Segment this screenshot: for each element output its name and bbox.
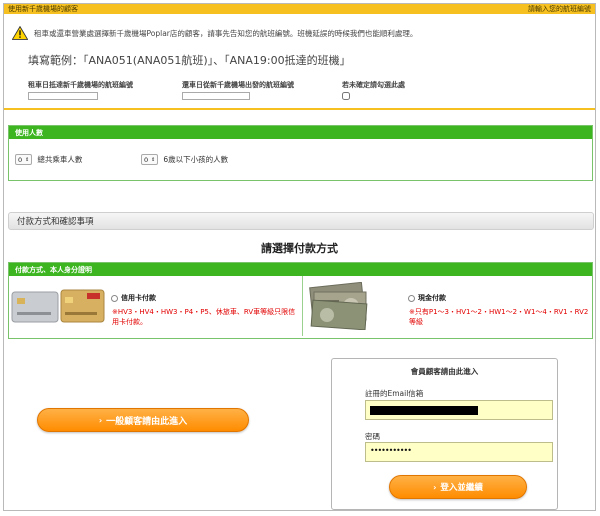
flight-section-header: 使用新千歲機場的顧客 請輸入您的航班編號 — [4, 4, 595, 14]
flight-number-section: 使用新千歲機場的顧客 請輸入您的航班編號 租車或還車營業處選擇新千歲機場Popl… — [4, 4, 595, 110]
children-row: 0 ⇕ 6歲以下小孩的人數 — [141, 154, 228, 165]
cash-payment-option[interactable]: 現金付款 ※只有P1～3・HV1～2・HW1～2・W1～4・RV1・RV2等級 — [303, 276, 593, 336]
flight-notice: 租車或還車營業處選擇新千歲機場Poplar店的顧客，請事先告知您的航班編號。班機… — [12, 26, 417, 40]
member-login-title: 會員顧客請由此進入 — [410, 367, 479, 376]
payment-section-header: 付款方式、本人身分證明 — [9, 263, 592, 276]
unsure-flight-label: 若未確定請勾選此處 — [342, 81, 405, 89]
cash-payment-note: ※只有P1～3・HV1～2・HW1～2・W1～4・RV1・RV2等級 — [409, 308, 589, 326]
general-customer-button[interactable]: › 一般顧客請由此進入 — [37, 408, 249, 432]
total-passengers-select[interactable]: 0 ⇕ — [15, 154, 33, 165]
chevron-right-icon: › — [433, 482, 437, 492]
unsure-flight-checkbox[interactable] — [342, 92, 350, 100]
flight-section-title: 使用新千歲機場的顧客 — [8, 5, 78, 13]
payment-confirmation-label: 付款方式和確認事項 — [17, 217, 94, 227]
total-passengers-label: 總共乘車人數 — [37, 155, 83, 164]
arrival-flight-input[interactable] — [28, 92, 98, 100]
children-select[interactable]: 0 ⇕ — [141, 154, 159, 165]
login-continue-button[interactable]: › 登入並繼續 — [389, 475, 527, 499]
children-value: 0 — [144, 155, 149, 164]
passenger-section-header: 使用人數 — [9, 126, 592, 139]
chevron-right-icon: › — [98, 415, 103, 425]
select-arrows-icon: ⇕ — [151, 156, 156, 163]
cash-payment-title: 現金付款 — [418, 294, 446, 302]
flight-notice-text: 租車或還車營業處選擇新千歲機場Poplar店的顧客，請事先告知您的航班編號。班機… — [34, 28, 418, 38]
password-mask: ••••••••••• — [370, 446, 412, 455]
credit-card-image — [11, 289, 105, 323]
flight-section-hint: 請輸入您的航班編號 — [528, 5, 591, 13]
passenger-section: 使用人數 0 ⇕ 總共乘車人數 0 ⇕ 6歲以下小孩的人數 — [8, 125, 593, 181]
payment-section: 付款方式、本人身分證明 信用卡付款 ※HV3・HV4・HW3・P4・P5、休旅車… — [8, 262, 593, 339]
departure-flight-label: 還車日從新千歲機場出發的航班編號 — [182, 81, 294, 89]
cash-payment-radio[interactable] — [408, 295, 415, 302]
member-login-box: 會員顧客請由此進入 註冊的Email信箱 密碼 ••••••••••• › 登入… — [331, 358, 558, 510]
yen-bills-image — [309, 282, 368, 330]
card-payment-note: ※HV3・HV4・HW3・P4・P5、休旅車、RV車等級只限信用卡付款。 — [112, 308, 296, 326]
card-payment-radio[interactable] — [111, 295, 118, 302]
arrival-flight-label: 租車日抵達新千歲機場的航班編號 — [28, 81, 133, 89]
children-label: 6歲以下小孩的人數 — [163, 155, 229, 164]
password-label: 密碼 — [365, 432, 380, 441]
reservation-frame: 使用新千歲機場的顧客 請輸入您的航班編號 租車或還車營業處選擇新千歲機場Popl… — [3, 3, 596, 511]
email-field[interactable] — [365, 400, 553, 420]
payment-confirmation-bar[interactable]: 付款方式和確認事項 — [8, 212, 594, 230]
warning-icon — [12, 26, 28, 40]
redacted-email-block — [370, 406, 478, 415]
departure-flight-input[interactable] — [182, 92, 250, 100]
general-customer-label: 一般顧客請由此進入 — [106, 416, 188, 427]
password-field[interactable]: ••••••••••• — [365, 442, 553, 462]
total-passengers-value: 0 — [18, 155, 23, 164]
total-passengers-row: 0 ⇕ 總共乘車人數 — [15, 154, 82, 165]
flight-example: 填寫範例：「ANA051(ANA051航班)」、「ANA19:00抵達的班機」 — [28, 54, 351, 67]
card-payment-title: 信用卡付款 — [121, 294, 156, 302]
select-arrows-icon: ⇕ — [25, 156, 30, 163]
choose-payment-title: 請選擇付款方式 — [261, 242, 338, 255]
card-payment-option[interactable]: 信用卡付款 ※HV3・HV4・HW3・P4・P5、休旅車、RV車等級只限信用卡付… — [9, 276, 301, 336]
login-continue-label: 登入並繼續 — [440, 483, 483, 493]
email-label: 註冊的Email信箱 — [365, 389, 424, 398]
